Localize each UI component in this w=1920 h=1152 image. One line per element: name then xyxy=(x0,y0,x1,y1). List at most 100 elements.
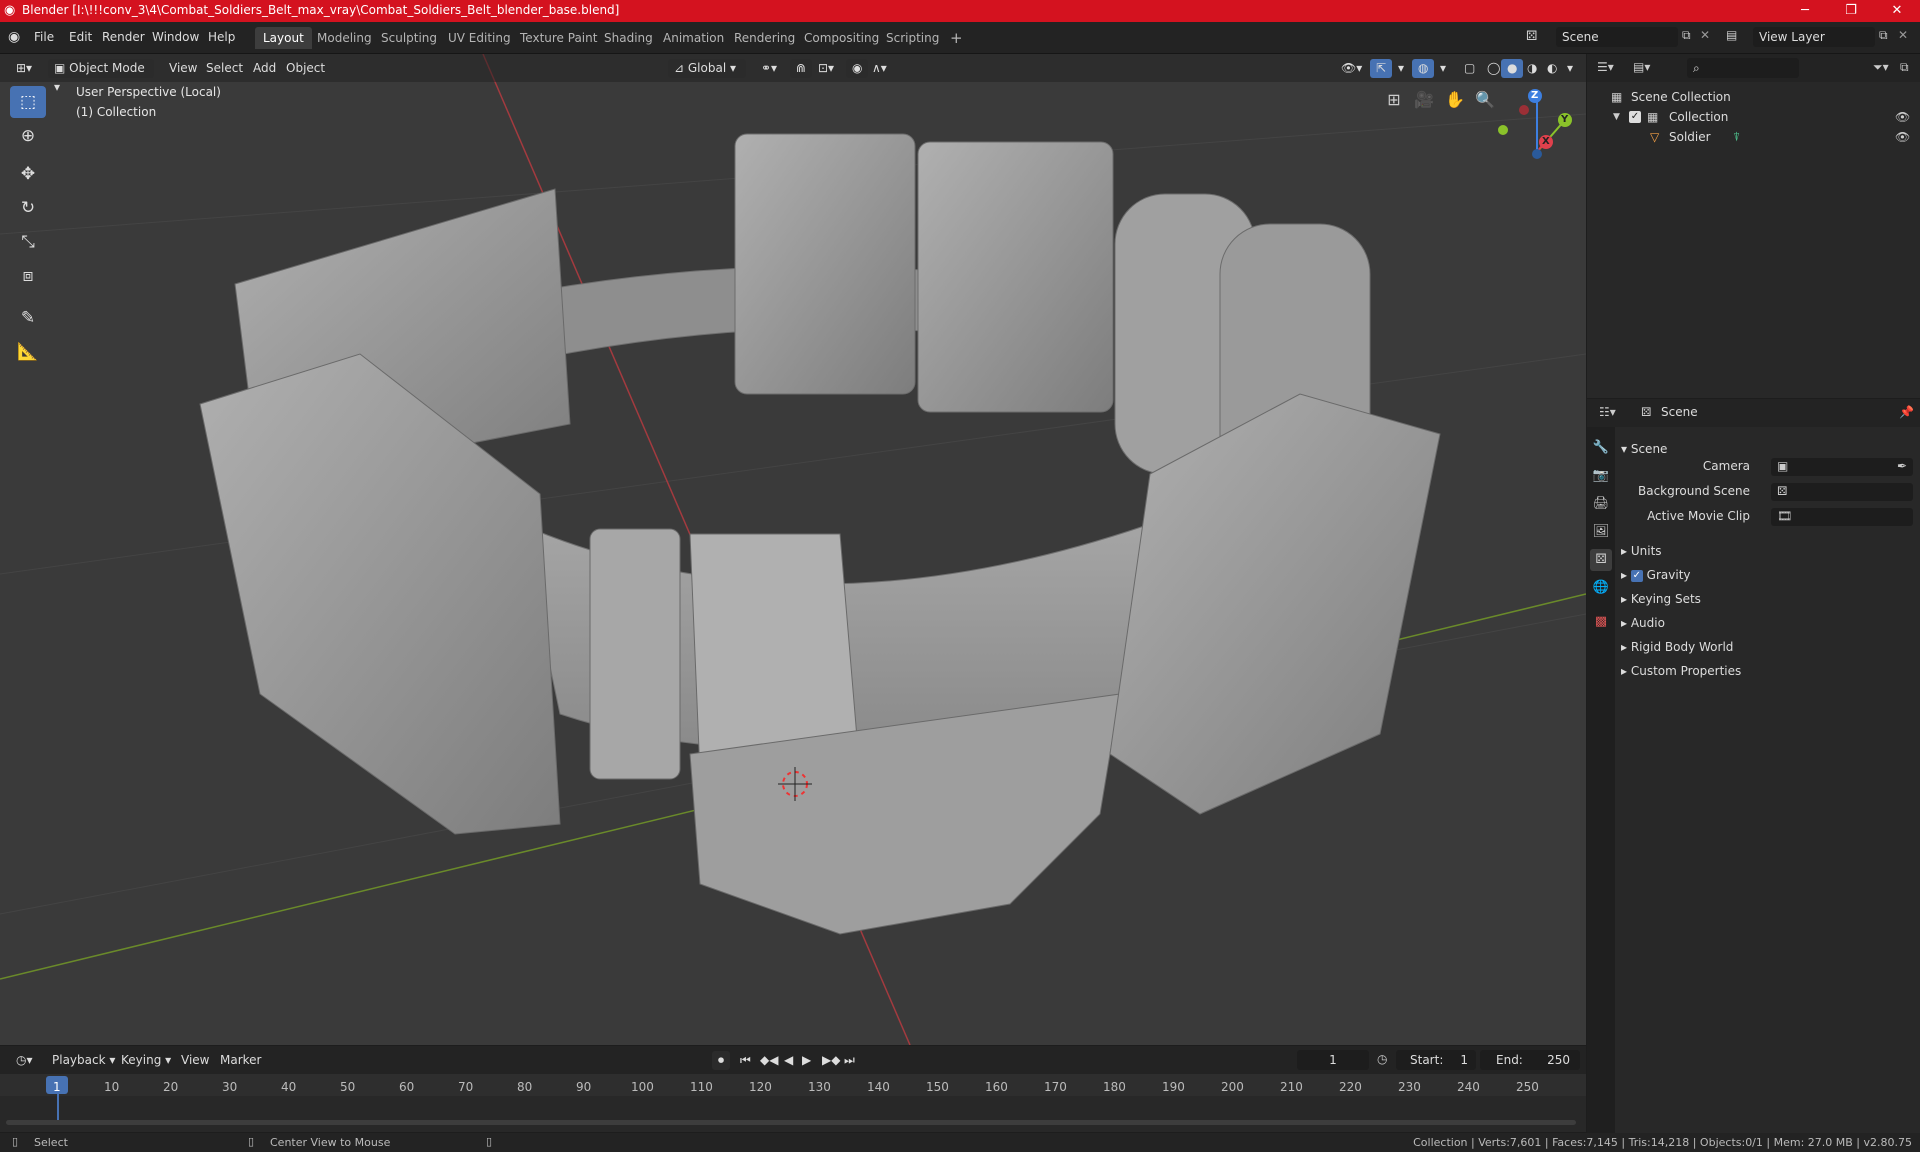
texture-tab-icon[interactable]: ▩ xyxy=(1590,611,1612,633)
gravity-checkbox[interactable]: ✓ xyxy=(1630,569,1643,582)
tab-animation[interactable]: Animation xyxy=(655,27,732,49)
outliner-row-soldier[interactable]: ▽ Soldier ⍒ 👁 xyxy=(1587,127,1920,147)
mode-dropdown[interactable]: ▣ Object Mode ▾ xyxy=(48,59,154,94)
delete-view-layer-icon[interactable]: ✕ xyxy=(1898,28,1908,42)
menu-window[interactable]: Window xyxy=(152,30,199,44)
close-button[interactable]: ✕ xyxy=(1874,0,1920,22)
scene-tab-icon[interactable]: ⚄ xyxy=(1590,549,1612,571)
overlay-dropdown-icon[interactable]: ▾ xyxy=(1434,59,1452,78)
collection-visibility-eye-icon[interactable]: 👁 xyxy=(1895,107,1910,127)
keying-menu[interactable]: Keying ▾ xyxy=(115,1051,177,1070)
select-box-tool-icon[interactable]: ⬚ xyxy=(10,86,46,118)
timeline-scrollbar[interactable] xyxy=(6,1120,1576,1125)
rigid-body-world-panel-header[interactable]: ▸ Rigid Body World xyxy=(1621,636,1916,658)
add-workspace-button[interactable]: + xyxy=(942,27,971,49)
timeline-view-menu[interactable]: View xyxy=(175,1051,215,1070)
minimize-button[interactable]: ─ xyxy=(1782,0,1828,22)
3d-viewport[interactable]: Z Y X User Perspective (Local) (1) Colle… xyxy=(0,54,1586,1045)
move-tool-icon[interactable]: ✥ xyxy=(10,158,46,190)
active-movie-clip-field[interactable]: 🎞 xyxy=(1771,508,1913,526)
outliner-row-collection[interactable]: ▼ ✓ ▦ Collection 👁 xyxy=(1587,107,1920,127)
menu-file[interactable]: File xyxy=(34,30,54,44)
menu-render[interactable]: Render xyxy=(102,30,145,44)
world-tab-icon[interactable]: 🌐 xyxy=(1590,577,1612,599)
marker-menu[interactable]: Marker xyxy=(214,1051,267,1070)
tab-texture-paint[interactable]: Texture Paint xyxy=(512,27,605,49)
outliner[interactable]: ☰▾ ▤▾ ⌕ ⏷▾ ⧉ ▦ Scene Collection ▼ ✓ ▦ Co… xyxy=(1587,54,1920,398)
tool-tab-icon[interactable]: 🔧 xyxy=(1590,437,1612,459)
transform-tool-icon[interactable]: ⧈ xyxy=(10,260,46,292)
tab-layout[interactable]: Layout xyxy=(255,27,312,49)
camera-view-icon[interactable]: 🎥 xyxy=(1410,86,1438,114)
background-scene-field[interactable]: ⚄ xyxy=(1771,483,1913,501)
tab-rendering[interactable]: Rendering xyxy=(726,27,803,49)
properties-editor-icon[interactable]: ☷▾ xyxy=(1599,405,1616,419)
view-layer-field[interactable]: View Layer xyxy=(1753,27,1875,47)
xray-icon[interactable]: ▢ xyxy=(1458,59,1481,78)
display-mode-icon[interactable]: ▤▾ xyxy=(1633,60,1650,74)
overlay-toggle-icon[interactable]: ◍ xyxy=(1412,59,1435,78)
outliner-editor-icon[interactable]: ☰▾ xyxy=(1597,60,1614,74)
tab-sculpting[interactable]: Sculpting xyxy=(373,27,445,49)
grid-view-icon[interactable]: ⊞ xyxy=(1380,86,1408,114)
new-collection-icon[interactable]: ⧉ xyxy=(1900,60,1909,75)
record-button[interactable]: ⏺ xyxy=(712,1051,731,1070)
expand-arrow-icon[interactable]: ▼ xyxy=(1613,107,1620,127)
visibility-icon[interactable]: 👁▾ xyxy=(1335,59,1368,78)
keying-sets-panel-header[interactable]: ▸ Keying Sets xyxy=(1621,588,1916,610)
object-visibility-eye-icon[interactable]: 👁 xyxy=(1895,127,1910,147)
units-panel-header[interactable]: ▸ Units xyxy=(1621,540,1916,562)
custom-properties-panel-header[interactable]: ▸ Custom Properties xyxy=(1621,660,1916,682)
scale-tool-icon[interactable]: ⤡ xyxy=(10,226,46,258)
zoom-icon[interactable]: 🔍 xyxy=(1471,86,1499,114)
pin-icon[interactable]: 📌 xyxy=(1899,405,1914,419)
scene-panel-header[interactable]: ▾ Scene xyxy=(1621,438,1916,460)
tab-modeling[interactable]: Modeling xyxy=(309,27,380,49)
snap-icon[interactable]: ⋒ xyxy=(790,59,813,78)
collection-checkbox[interactable]: ✓ xyxy=(1629,111,1641,123)
view-layer-tab-icon[interactable]: 🖼 xyxy=(1590,521,1612,543)
tab-compositing[interactable]: Compositing xyxy=(796,27,887,49)
eyedropper-icon[interactable]: ✒ xyxy=(1897,459,1907,473)
rotate-tool-icon[interactable]: ↻ xyxy=(10,192,46,224)
new-view-layer-icon[interactable]: ⧉ xyxy=(1879,28,1888,43)
gravity-panel-header[interactable]: ▸ ✓ Gravity xyxy=(1621,564,1916,586)
new-scene-icon[interactable]: ⧉ xyxy=(1682,28,1691,43)
audio-panel-header[interactable]: ▸ Audio xyxy=(1621,612,1916,634)
outliner-search-input[interactable]: ⌕ xyxy=(1687,58,1799,78)
timeline-editor-icon[interactable]: ◷▾ xyxy=(10,1051,39,1070)
tab-shading[interactable]: Shading xyxy=(596,27,661,49)
viewport-menu-view[interactable]: View xyxy=(163,59,203,78)
current-frame-field[interactable]: 1 xyxy=(1297,1050,1369,1070)
editor-type-icon[interactable]: ⊞▾ xyxy=(10,59,38,78)
end-frame-field[interactable]: End: 250 xyxy=(1480,1050,1580,1070)
snap-target-icon[interactable]: ⊡▾ xyxy=(812,59,840,78)
pan-hand-icon[interactable]: ✋ xyxy=(1441,86,1469,114)
gizmo-toggle-icon[interactable]: ⇱ xyxy=(1370,59,1393,78)
start-frame-field[interactable]: Start: 1 xyxy=(1396,1050,1476,1070)
scene-field[interactable]: Scene xyxy=(1556,27,1678,47)
gizmo-y-label[interactable]: Y xyxy=(1561,114,1568,125)
playback-menu[interactable]: Playback ▾ xyxy=(46,1051,121,1070)
gizmo-x-label[interactable]: X xyxy=(1542,136,1550,147)
preview-range-icon[interactable]: ◷ xyxy=(1377,1052,1387,1066)
tab-uv-editing[interactable]: UV Editing xyxy=(440,27,519,49)
view-layer-icon[interactable]: ▤ xyxy=(1726,28,1737,42)
shading-dropdown-icon[interactable]: ▾ xyxy=(1561,59,1579,78)
viewport-menu-add[interactable]: Add xyxy=(247,59,282,78)
menu-edit[interactable]: Edit xyxy=(69,30,92,44)
play-icon[interactable]: ▶ xyxy=(796,1051,817,1070)
annotate-tool-icon[interactable]: ✎ xyxy=(10,302,46,334)
gizmo-z-label[interactable]: Z xyxy=(1531,90,1538,101)
camera-field[interactable]: ▣ ✒ xyxy=(1771,458,1913,476)
falloff-icon[interactable]: ∧▾ xyxy=(866,59,893,78)
delete-scene-icon[interactable]: ✕ xyxy=(1700,28,1710,42)
maximize-button[interactable]: ❐ xyxy=(1828,0,1874,22)
gizmo-dropdown-icon[interactable]: ▾ xyxy=(1392,59,1410,78)
viewport-menu-object[interactable]: Object xyxy=(280,59,331,78)
viewport-menu-select[interactable]: Select xyxy=(200,59,249,78)
cursor-tool-icon[interactable]: ⊕ xyxy=(10,120,46,152)
jump-end-icon[interactable]: ⏭ xyxy=(838,1051,861,1070)
outliner-row-scene-collection[interactable]: ▦ Scene Collection xyxy=(1587,87,1920,107)
transform-orientation-dropdown[interactable]: ⊿ Global ▾ xyxy=(668,59,746,78)
